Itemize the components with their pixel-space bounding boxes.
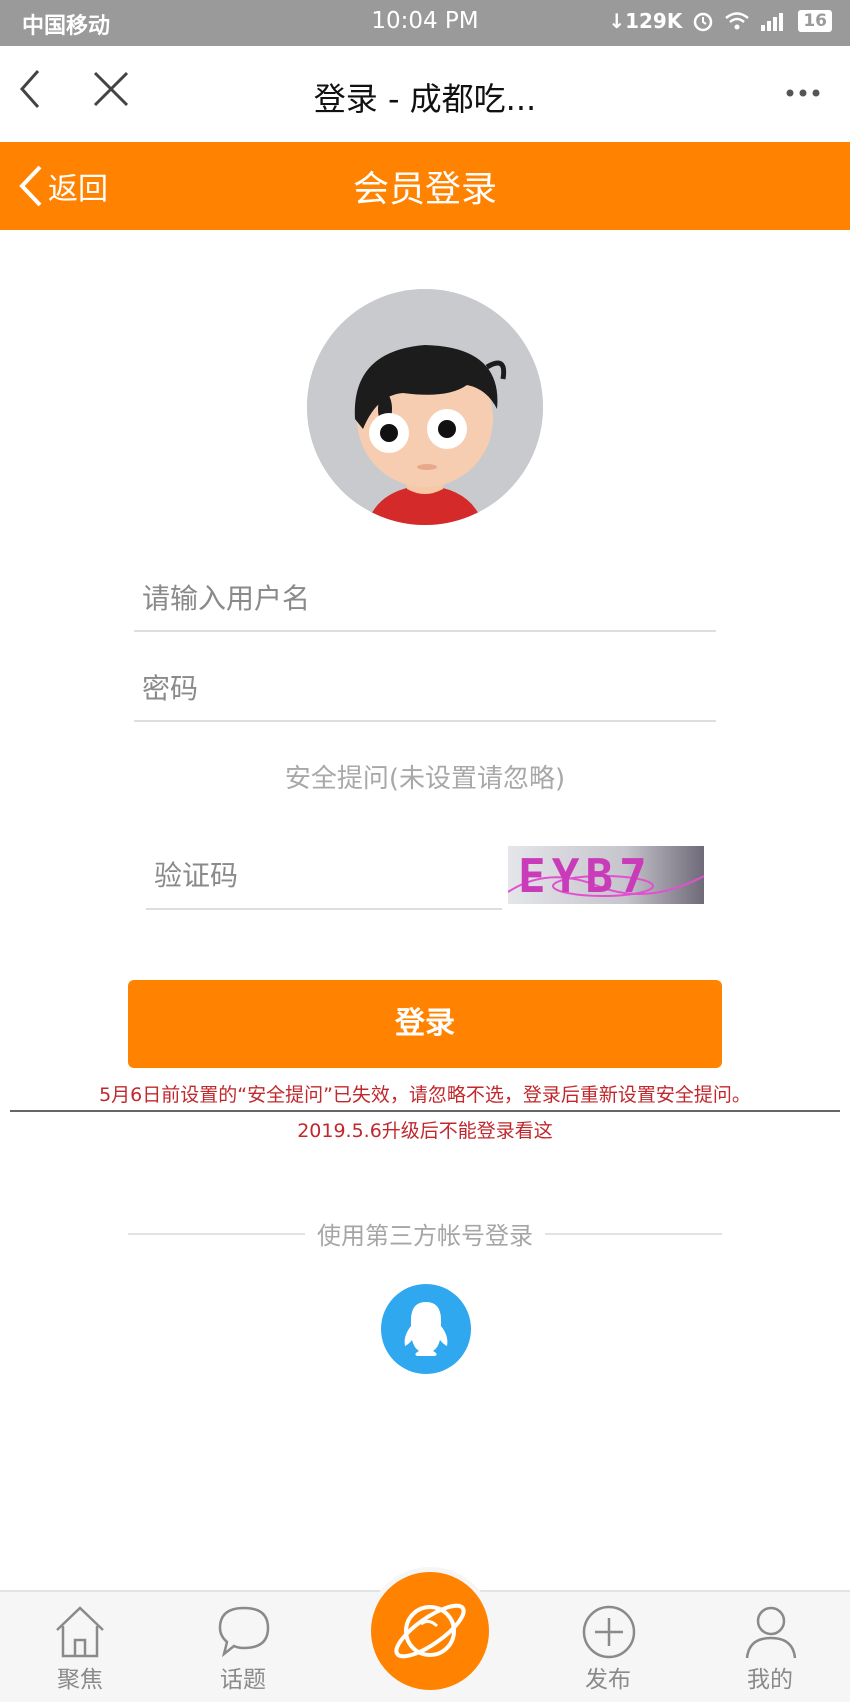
cartoon-avatar-illustration bbox=[307, 289, 543, 525]
signal-icon bbox=[761, 13, 784, 31]
tab-label-post: 发布 bbox=[585, 1667, 631, 1693]
tab-mine[interactable]: 我的 bbox=[710, 1592, 830, 1702]
username-field-container bbox=[134, 566, 716, 632]
battery-indicator: 16 bbox=[798, 10, 832, 32]
divider bbox=[10, 1110, 840, 1112]
header-title: 会员登录 bbox=[352, 169, 497, 210]
divider-line-left bbox=[128, 1232, 305, 1235]
tab-label-topics: 话题 bbox=[220, 1667, 266, 1693]
back-arrow-icon[interactable] bbox=[18, 68, 42, 110]
download-speed: ↓129K bbox=[608, 9, 683, 33]
security-notice: 5月6日前设置的“安全提问”已失效，请忽略不选，登录后重新设置安全提问。 bbox=[99, 1084, 751, 1106]
qq-penguin-icon bbox=[404, 1302, 448, 1356]
tab-focus[interactable]: 聚焦 bbox=[20, 1592, 140, 1702]
login-button[interactable]: 登录 bbox=[128, 980, 722, 1068]
tab-label-focus: 聚焦 bbox=[57, 1667, 103, 1693]
tab-label-mine: 我的 bbox=[747, 1667, 793, 1693]
home-icon bbox=[56, 1606, 104, 1658]
divider-line-right bbox=[545, 1232, 722, 1235]
qq-login-button[interactable] bbox=[381, 1284, 471, 1374]
more-options-icon[interactable] bbox=[785, 88, 821, 98]
tab-post[interactable]: 发布 bbox=[548, 1592, 668, 1702]
third-party-label: 使用第三方帐号登录 bbox=[317, 1222, 533, 1250]
user-icon bbox=[745, 1606, 797, 1659]
net-speed-value: 129K bbox=[625, 9, 683, 33]
username-input[interactable] bbox=[134, 566, 716, 630]
password-input[interactable] bbox=[134, 656, 716, 720]
chat-bubble-icon bbox=[218, 1606, 270, 1658]
close-icon[interactable] bbox=[92, 70, 130, 108]
security-question-select[interactable]: 安全提问(未设置请忽略) bbox=[0, 758, 850, 795]
plus-circle-icon bbox=[582, 1605, 636, 1659]
wifi-icon bbox=[725, 12, 750, 30]
tab-topics[interactable]: 话题 bbox=[183, 1592, 303, 1702]
app-header: 返回 会员登录 bbox=[0, 142, 850, 230]
captcha-image[interactable]: EYB7 bbox=[508, 846, 704, 904]
alarm-icon bbox=[694, 12, 713, 32]
captcha-input[interactable] bbox=[146, 842, 502, 908]
status-indicators: ↓129K 16 bbox=[608, 9, 832, 33]
center-discover-button[interactable] bbox=[366, 1567, 494, 1695]
planet-icon bbox=[394, 1603, 466, 1659]
password-field-container bbox=[134, 656, 716, 722]
captcha-text: EYB7 bbox=[518, 849, 653, 903]
captcha-field-container bbox=[146, 842, 502, 910]
avatar bbox=[307, 289, 543, 525]
upgrade-help-link[interactable]: 2019.5.6升级后不能登录看这 bbox=[0, 1116, 850, 1143]
third-party-login-divider: 使用第三方帐号登录 bbox=[128, 1216, 722, 1251]
status-bar: 中国移动 10:04 PM ↓129K 16 bbox=[0, 0, 850, 46]
page-title: 登录 - 成都吃... bbox=[313, 80, 537, 118]
browser-toolbar: 登录 - 成都吃... bbox=[0, 46, 850, 142]
